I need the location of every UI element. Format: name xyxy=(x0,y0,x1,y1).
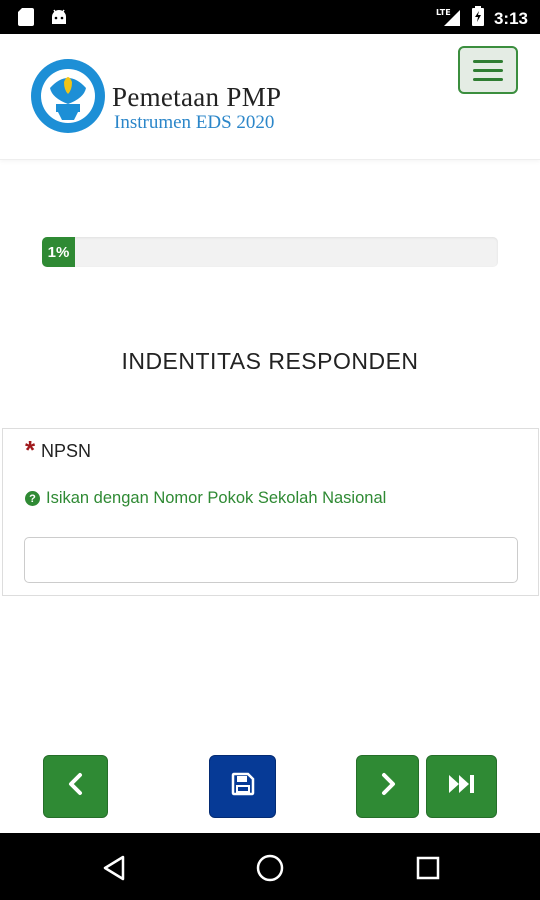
status-left-icons xyxy=(18,8,68,31)
section-title: INDENTITAS RESPONDEN xyxy=(121,348,419,374)
required-asterisk: * xyxy=(25,435,36,465)
android-icon xyxy=(50,8,68,31)
npsn-input[interactable] xyxy=(24,537,518,583)
question-circle-icon: ? xyxy=(25,491,40,506)
field-hint: ? Isikan dengan Nomor Pokok Sekolah Nasi… xyxy=(25,489,386,508)
status-right: LTE 3:13 xyxy=(436,6,528,31)
recents-icon[interactable] xyxy=(411,851,445,885)
back-icon[interactable] xyxy=(97,851,131,885)
chevron-left-icon xyxy=(66,772,86,801)
progress-bar: 1% xyxy=(42,237,498,267)
battery-charging-icon xyxy=(471,6,484,31)
progress-fill: 1% xyxy=(42,237,75,267)
clock: 3:13 xyxy=(493,8,528,28)
last-page-button[interactable] xyxy=(426,755,497,818)
signal-icon: LTE xyxy=(436,6,462,31)
app-title: Pemetaan PMP xyxy=(112,82,282,112)
question-card: * NPSN ? Isikan dengan Nomor Pokok Sekol… xyxy=(2,428,539,596)
fast-forward-icon xyxy=(448,773,476,800)
save-button[interactable] xyxy=(209,755,276,818)
hint-text: Isikan dengan Nomor Pokok Sekolah Nasion… xyxy=(46,489,387,507)
status-bar: LTE 3:13 xyxy=(0,0,540,34)
chevron-right-icon xyxy=(378,772,398,801)
android-nav-bar xyxy=(0,833,540,900)
tut-wuri-handayani-logo xyxy=(30,58,106,134)
hamburger-icon xyxy=(473,59,503,63)
app-subtitle: Instrumen EDS 2020 xyxy=(114,112,275,133)
previous-button[interactable] xyxy=(43,755,108,818)
sd-card-icon xyxy=(18,8,34,31)
network-type: LTE xyxy=(436,8,451,17)
app-header: Pemetaan PMP Instrumen EDS 2020 xyxy=(0,34,540,160)
field-label: NPSN xyxy=(41,441,92,461)
menu-button[interactable] xyxy=(458,46,518,94)
save-icon xyxy=(231,772,255,801)
next-button[interactable] xyxy=(356,755,419,818)
home-icon[interactable] xyxy=(253,851,287,885)
